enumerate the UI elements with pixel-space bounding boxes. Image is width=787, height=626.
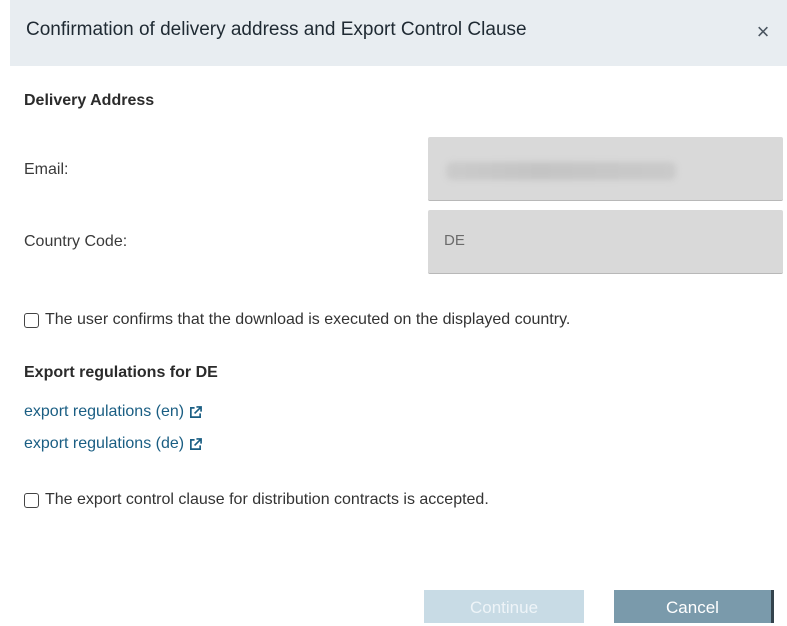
confirm-export-label[interactable]: The export control clause for distributi…	[45, 491, 489, 509]
confirm-country-checkbox[interactable]	[24, 312, 39, 328]
export-regulations-en-label[interactable]: export regulations (en)	[24, 403, 184, 421]
confirm-country-row: The user confirms that the download is e…	[24, 311, 570, 329]
email-value-redacted	[446, 162, 676, 180]
confirm-country-label[interactable]: The user confirms that the download is e…	[45, 311, 570, 329]
dialog-header: Confirmation of delivery address and Exp…	[10, 0, 787, 66]
cancel-button[interactable]: Cancel	[614, 590, 774, 623]
export-regulations-en-link[interactable]: export regulations (en)	[24, 403, 203, 421]
close-icon[interactable]: ×	[753, 21, 773, 43]
country-code-label: Country Code:	[24, 233, 128, 250]
confirm-export-row: The export control clause for distributi…	[24, 491, 489, 509]
external-link-icon	[190, 437, 203, 450]
continue-button[interactable]: Continue	[424, 590, 584, 623]
external-link-icon	[190, 405, 203, 418]
export-regulations-de-link[interactable]: export regulations (de)	[24, 435, 203, 453]
export-regulations-de-label[interactable]: export regulations (de)	[24, 435, 184, 453]
delivery-address-heading: Delivery Address	[24, 92, 155, 109]
email-label: Email:	[24, 161, 69, 178]
dialog-title: Confirmation of delivery address and Exp…	[26, 19, 527, 40]
export-regulations-heading: Export regulations for DE	[24, 364, 218, 381]
confirm-export-checkbox[interactable]	[24, 492, 39, 508]
country-code-field: DE	[428, 210, 783, 274]
